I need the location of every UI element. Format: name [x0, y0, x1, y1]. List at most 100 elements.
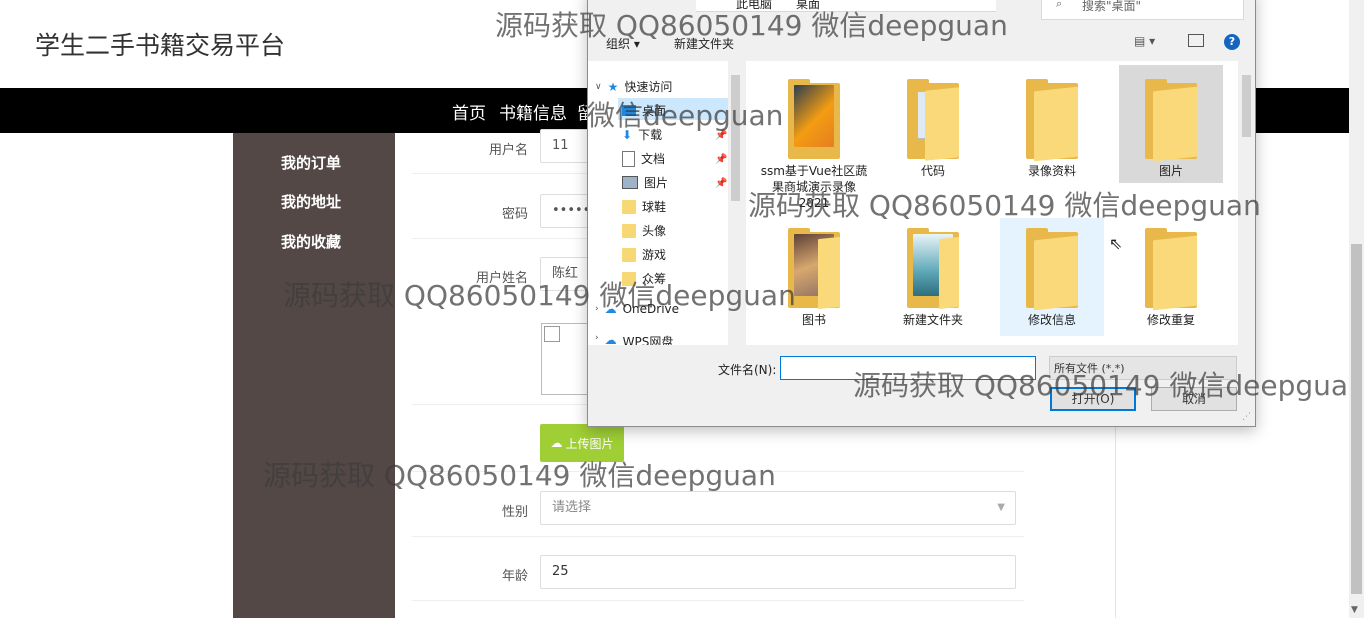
folder-icon: [622, 271, 636, 286]
file-name: 新建文件夹: [902, 313, 963, 327]
tree-label: 图片: [644, 176, 669, 190]
navigation-pane: ∨ ★ 快速访问 桌面 ⬇ 下载 📌 文档 📌 图片 📌 球鞋 头像 游戏 众筹 …: [588, 61, 743, 345]
filename-input[interactable]: [780, 356, 1036, 380]
tree-label: 快速访问: [624, 80, 673, 94]
tree-label: WPS网盘: [622, 335, 674, 345]
tree-item-sneakers[interactable]: 球鞋: [622, 198, 666, 215]
sidebar-item-address[interactable]: 我的地址: [281, 191, 341, 212]
search-placeholder: 搜索"桌面": [1082, 0, 1142, 13]
site-title: 学生二手书籍交易平台: [35, 31, 286, 60]
folder-icon: [622, 223, 636, 238]
file-item-hover[interactable]: 修改信息: [996, 218, 1108, 328]
file-name: 代码: [920, 164, 945, 178]
pin-icon: 📌: [715, 178, 728, 189]
age-label: 年龄: [501, 569, 528, 584]
expand-chevron-icon: ∨: [595, 81, 602, 92]
new-folder-button[interactable]: 新建文件夹: [674, 35, 734, 52]
file-item-selected[interactable]: 图片: [1115, 65, 1227, 179]
folder-icon: [782, 228, 846, 312]
resize-grip-icon[interactable]: ⋰: [1242, 412, 1251, 422]
file-name: 录像资料: [1027, 164, 1076, 178]
cloud-icon: ☁: [604, 333, 617, 345]
mouse-cursor-icon: ⇖: [1109, 234, 1123, 253]
breadcrumb-desktop[interactable]: 桌面: [796, 0, 820, 11]
upload-image-button[interactable]: ☁ 上传图片: [540, 424, 624, 462]
realname-label: 用户姓名: [475, 271, 528, 286]
open-button[interactable]: 打开(O): [1050, 387, 1136, 411]
file-item[interactable]: 录像资料: [996, 65, 1108, 179]
sidebar-item-favorites[interactable]: 我的收藏: [281, 231, 341, 252]
download-arrow-icon: ⬇: [622, 127, 633, 142]
view-options-icon[interactable]: ▤ ▾: [1134, 34, 1155, 48]
row-divider: [412, 536, 1024, 537]
file-name: 修改重复: [1146, 313, 1195, 327]
tree-label: 下载: [638, 128, 663, 142]
chevron-down-icon: ▼: [997, 502, 1005, 513]
tree-item-games[interactable]: 游戏: [622, 246, 666, 263]
folder-icon: [1139, 79, 1203, 163]
nav-pane-scrollbar-thumb[interactable]: [731, 75, 740, 201]
tree-label: 头像: [642, 224, 667, 238]
tree-label: OneDrive: [622, 302, 680, 316]
file-item[interactable]: 代码: [877, 65, 989, 179]
tree-quick-access[interactable]: ∨ ★ 快速访问: [595, 78, 672, 95]
tree-wps[interactable]: › ☁ WPS网盘: [595, 333, 673, 345]
video-folder-icon: [782, 79, 846, 163]
page-scrollbar-thumb[interactable]: [1351, 244, 1362, 594]
file-name: 图书: [801, 313, 826, 327]
scroll-down-arrow-icon[interactable]: ▼: [1351, 605, 1358, 615]
user-sidebar: 我的订单 我的地址 我的收藏: [233, 133, 395, 618]
tree-onedrive[interactable]: › ☁ OneDrive: [595, 302, 679, 316]
tree-item-desktop[interactable]: 桌面: [622, 102, 666, 119]
preview-pane-icon[interactable]: [1188, 34, 1204, 47]
file-list-pane: ssm基于Vue社区蔬果商城演示录像2021 代码 录像资料 图片 图书 新建文…: [746, 61, 1238, 345]
breadcrumb-pc[interactable]: 此电脑: [736, 0, 772, 11]
file-name: 修改信息: [1027, 313, 1076, 327]
gender-select[interactable]: 请选择 ▼: [540, 491, 1016, 525]
file-item[interactable]: 新建文件夹: [877, 218, 989, 328]
sidebar-item-orders[interactable]: 我的订单: [281, 152, 341, 173]
organize-menu[interactable]: 组织 ▾: [606, 35, 640, 52]
tree-label: 众筹: [642, 272, 667, 286]
folder-icon: [1139, 228, 1203, 312]
tree-label: 文档: [641, 152, 666, 166]
filetype-select[interactable]: 所有文件 (*.*): [1049, 356, 1237, 380]
broken-image-icon: [544, 326, 560, 342]
tree-item-crowdfunding[interactable]: 众筹: [622, 270, 666, 287]
upload-button-label: 上传图片: [565, 436, 614, 451]
file-item[interactable]: 修改重复: [1115, 218, 1227, 328]
file-name: 图片: [1158, 164, 1183, 178]
tree-item-downloads[interactable]: ⬇ 下载: [622, 126, 662, 143]
pin-icon: 📌: [715, 154, 728, 165]
folder-icon: [901, 228, 965, 312]
address-bar[interactable]: 此电脑 桌面: [696, 0, 996, 12]
file-item[interactable]: 图书: [758, 218, 870, 328]
folder-icon: [1020, 79, 1084, 163]
picture-icon: [622, 176, 638, 189]
document-icon: [622, 150, 635, 167]
row-divider: [412, 600, 1024, 601]
desktop-icon: [622, 105, 636, 116]
expand-chevron-icon: ›: [595, 304, 599, 314]
search-box[interactable]: ⌕ 搜索"桌面": [1041, 0, 1244, 20]
tree-item-pictures[interactable]: 图片: [622, 174, 668, 191]
filename-label: 文件名(N):: [718, 363, 777, 377]
folder-icon: [1020, 228, 1084, 312]
nav-books[interactable]: 书籍信息: [499, 99, 567, 124]
help-icon[interactable]: ?: [1224, 34, 1240, 50]
avatar-preview: [541, 323, 591, 395]
tree-item-avatars[interactable]: 头像: [622, 222, 666, 239]
gender-label: 性别: [501, 505, 528, 520]
cancel-button[interactable]: 取消: [1151, 387, 1237, 411]
cloud-upload-icon: ☁: [550, 436, 563, 450]
password-label: 密码: [501, 207, 528, 222]
file-list-scrollbar[interactable]: [1239, 61, 1254, 345]
file-list-scrollbar-thumb[interactable]: [1242, 75, 1251, 137]
folder-icon: [622, 199, 636, 214]
nav-home[interactable]: 首页: [452, 99, 486, 124]
nav-pane-scrollbar[interactable]: [728, 61, 743, 345]
tree-item-documents[interactable]: 文档: [622, 150, 665, 167]
age-input[interactable]: 25: [540, 555, 1016, 589]
row-divider: [412, 471, 1024, 472]
file-item[interactable]: ssm基于Vue社区蔬果商城演示录像2021: [758, 65, 870, 211]
